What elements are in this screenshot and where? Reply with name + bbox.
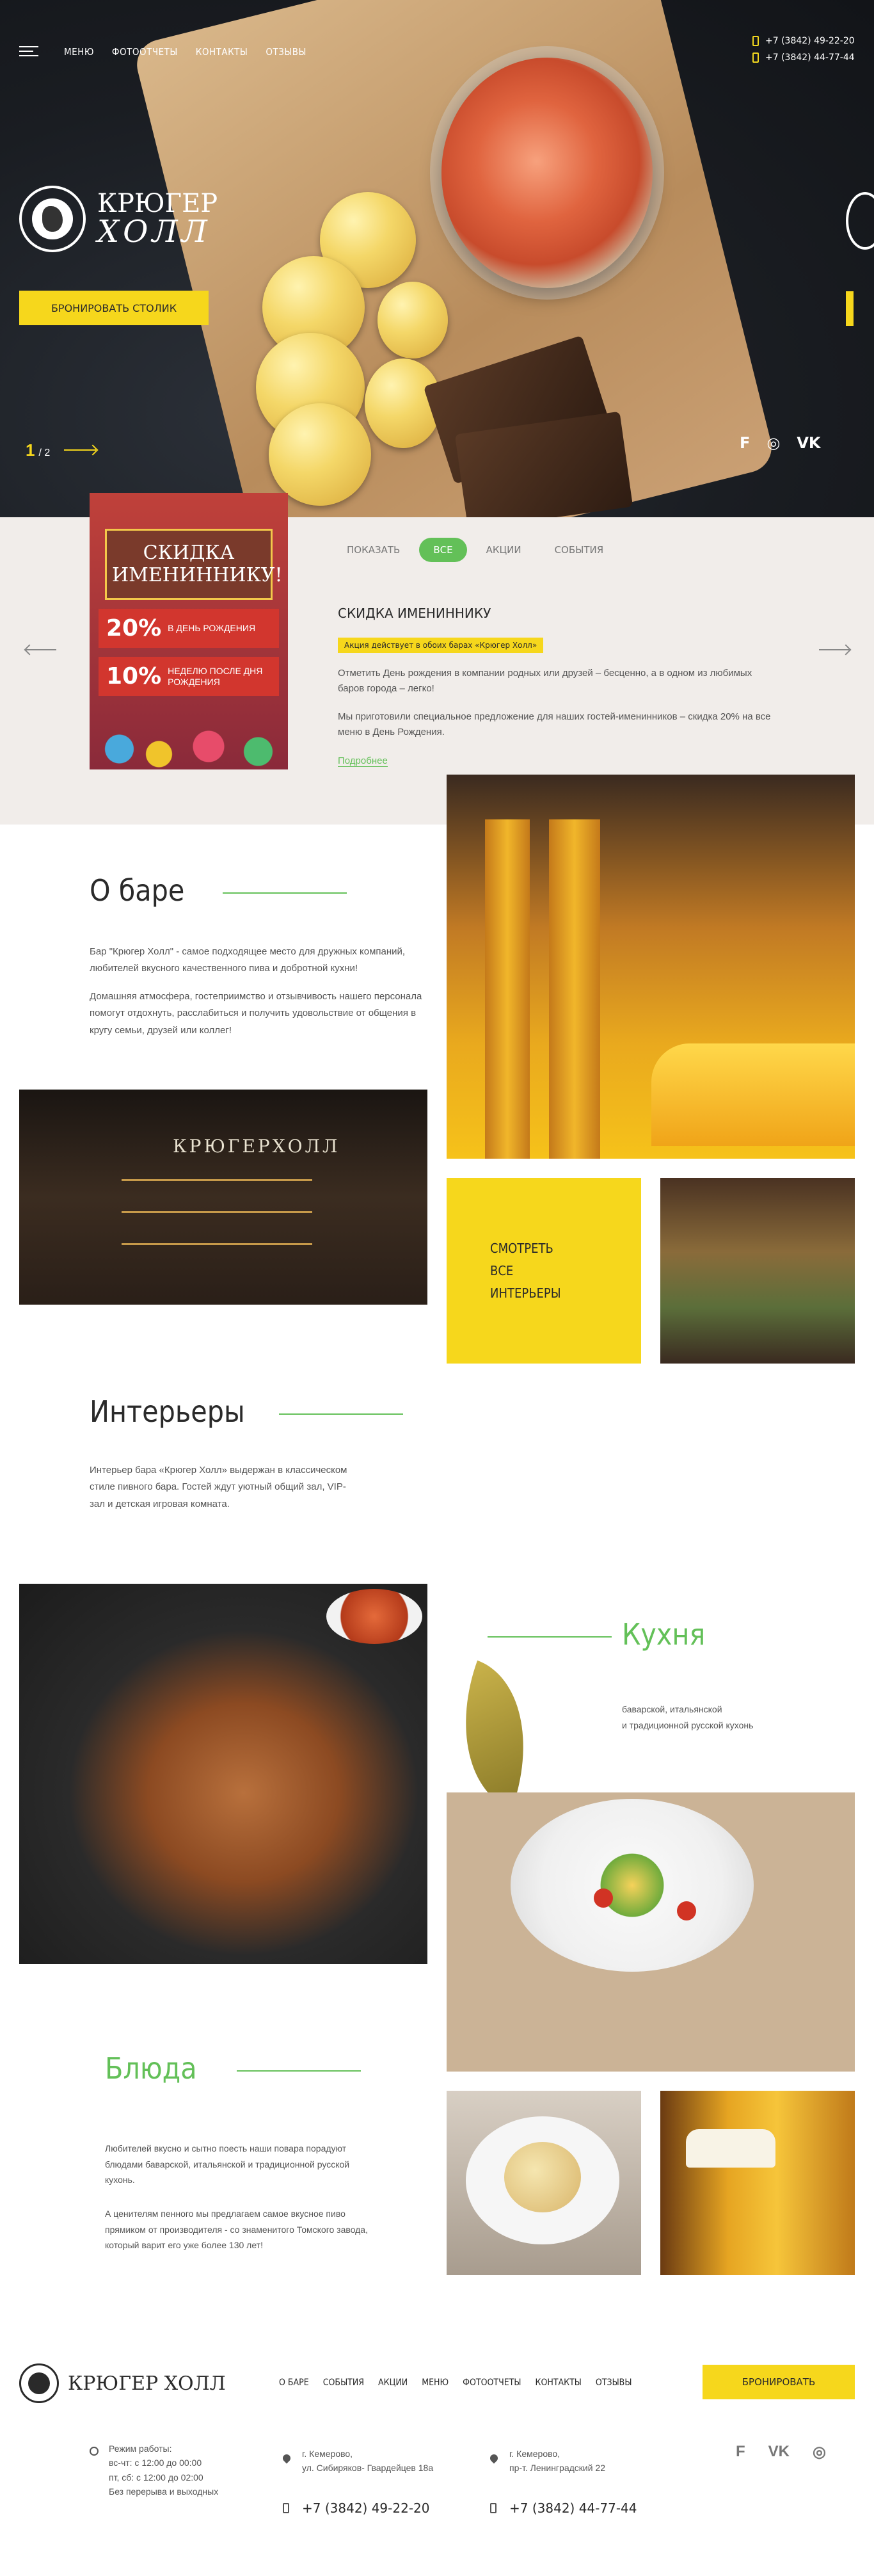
foursquare-icon[interactable]: F [736,2443,745,2461]
bar-counter-photo[interactable] [447,775,855,1159]
about-paragraph-2: Домашняя атмосфера, гостеприимство и отз… [90,991,422,1036]
next-slide-arrow-icon[interactable] [64,449,96,451]
instagram-icon[interactable]: ◎ [767,434,780,452]
footer-nav-menu[interactable]: Меню [422,2378,449,2388]
tab-show-label: Показать [347,544,401,556]
logo[interactable]: КРЮГЕР ХОЛЛ [19,186,218,252]
top-navigation: Меню Фотоотчеты Контакты Отзывы [64,46,306,58]
footer-nav-promotions[interactable]: Акции [378,2378,408,2388]
tab-events[interactable]: События [541,538,618,562]
grilled-steak-photo[interactable] [19,1584,427,1964]
phone-icon [752,52,759,63]
tab-all[interactable]: Все [419,538,467,562]
hero-social-links: F ◎ VK [740,434,821,452]
promo-badge: Акция действует в обоих барах «Крюгер Хо… [338,638,544,653]
hero-section: Меню Фотоотчеты Контакты Отзывы +7 (3842… [0,0,874,517]
kitchen-title: Кухня [622,1617,706,1652]
nav-photos[interactable]: Фотоотчеты [112,46,178,58]
view-all-interiors-label: Смотреть все интерьеры [490,1240,561,1301]
footer-social-links: F VK ◎ [736,2443,826,2461]
view-all-interiors-button[interactable]: Смотреть все интерьеры [447,1178,641,1364]
clock-icon [90,2447,99,2456]
promo-image[interactable]: СКИДКА ИМЕНИННИКУ! 20% в день рождения 1… [90,493,288,769]
dishes-title-line [237,2070,361,2072]
promo-more-link[interactable]: Подробнее [338,755,388,767]
nav-menu[interactable]: Меню [64,46,94,58]
promo-next-arrow-icon[interactable] [819,649,850,650]
potato [269,403,371,506]
bar-sign: КРЮГЕРХОЛЛ [173,1136,340,1157]
interiors-paragraph: Интерьер бара «Крюгер Холл» выдержан в к… [90,1465,347,1509]
header-phone-2[interactable]: +7 (3842) 44-77-44 [752,52,855,63]
promo-filter-tabs: Показать Все Акции События [333,538,617,562]
footer-nav-about[interactable]: О баре [279,2378,309,2388]
footer-nav-photos[interactable]: Фотоотчеты [463,2378,521,2388]
promo-prev-arrow-icon[interactable] [26,649,56,650]
kitchen-title-line [488,1636,612,1638]
bay-leaf-decoration [433,1660,556,1810]
logo-emblem-icon [19,2363,59,2403]
salmon-jar [441,58,653,288]
footer-nav-contacts[interactable]: Контакты [536,2378,582,2388]
slide-counter: 1 / 2 [26,440,51,460]
balloons-decoration [90,718,288,769]
header-phones: +7 (3842) 49-22-20 +7 (3842) 44-77-44 [752,36,855,69]
dishes-paragraph-1: Любителей вкусно и сытно поесть наши пов… [105,2143,350,2185]
dishes-title: Блюда [105,2051,197,2086]
menu-toggle-icon[interactable] [19,46,38,56]
address-2[interactable]: г. Кемерово, пр-т. Ленинградский 22 [509,2447,605,2475]
nav-contacts[interactable]: Контакты [196,46,248,58]
potato [377,282,448,358]
footer-book-button[interactable]: Бронировать [703,2365,855,2399]
promo-image-row-1: 20% в день рождения [99,609,279,648]
book-table-button[interactable]: Бронировать столик [19,291,209,325]
promo-paragraph-2: Мы приготовили специальное предложение д… [338,711,771,737]
header-phone-1[interactable]: +7 (3842) 49-22-20 [752,36,855,46]
about-title: О баре [90,873,185,908]
logo-emblem-icon [19,186,86,252]
logo-text: КРЮГЕР ХОЛЛ [97,189,218,250]
interiors-title: Интерьеры [90,1394,245,1429]
promo-image-title: СКИДКА ИМЕНИННИКУ! [105,529,283,600]
vk-icon[interactable]: VK [768,2443,790,2461]
tab-promotions[interactable]: Акции [472,538,536,562]
kitchen-subtitle: баварской, итальянской и традиционной ру… [622,1704,754,1730]
promo-title: Скидка имениннику [338,606,491,621]
dishes-paragraph-2: А ценителям пенного мы предлагаем самое … [105,2209,368,2250]
promo-paragraph-1: Отметить День рождения в компании родных… [338,668,752,694]
address-1[interactable]: г. Кемерово, ул. Сибиряков- Гвардейцев 1… [302,2447,433,2475]
interior-hall-photo[interactable] [660,1178,855,1364]
phone-icon [283,2503,289,2513]
side-book-tab[interactable] [846,291,854,326]
interiors-title-line [279,1413,403,1415]
beer-photo[interactable] [660,2091,855,2275]
about-paragraph-1: Бар "Крюгер Холл" - самое подходящее мес… [90,946,406,974]
footer-logo[interactable]: КРЮГЕР ХОЛЛ [19,2363,226,2403]
footer-nav-events[interactable]: События [323,2378,364,2388]
promo-image-row-2: 10% неделю после дня рождения [99,657,279,696]
slide-decoration-circle [846,192,874,250]
working-hours: Режим работы: вс-чт: с 12:00 до 00:00 пт… [109,2443,219,2497]
footer-phone-2[interactable]: +7 (3842) 44-77-44 [509,2500,637,2516]
footer-navigation: О баре События Акции Меню Фотоотчеты Кон… [279,2378,632,2388]
foursquare-icon[interactable]: F [740,434,750,452]
bar-shelves-photo[interactable]: КРЮГЕРХОЛЛ [19,1090,427,1305]
dessert-photo[interactable] [447,2091,641,2275]
instagram-icon[interactable]: ◎ [813,2443,826,2461]
salad-plate-photo[interactable] [447,1792,855,2072]
about-title-line [223,892,347,894]
phone-icon [490,2503,497,2513]
footer-nav-reviews[interactable]: Отзывы [596,2378,632,2388]
vk-icon[interactable]: VK [797,434,820,452]
phone-icon [752,36,759,46]
nav-reviews[interactable]: Отзывы [266,46,306,58]
footer-phone-1[interactable]: +7 (3842) 49-22-20 [302,2500,429,2516]
